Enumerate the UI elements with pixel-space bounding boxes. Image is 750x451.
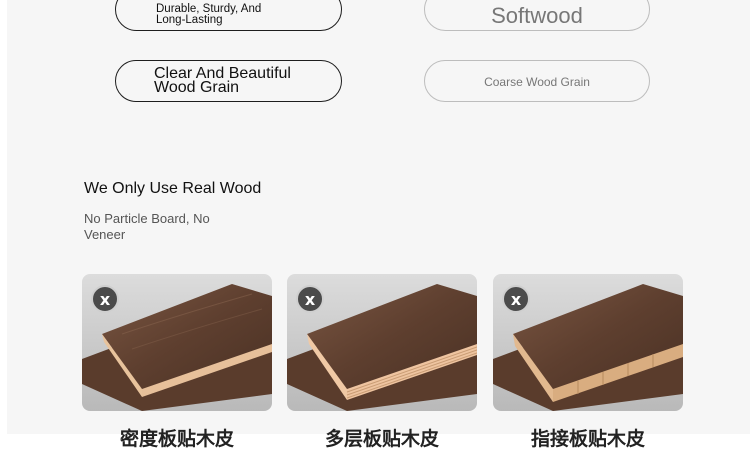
feature-durable: Durable, Sturdy, And Long-Lasting	[115, 0, 342, 31]
product-card-mdf: x	[82, 274, 272, 411]
reject-x-icon: x	[91, 285, 119, 313]
feature-clear-grain: Clear And Beautiful Wood Grain	[115, 60, 342, 102]
feature-clear-grain-label: Clear And Beautiful Wood Grain	[154, 65, 291, 96]
product-card-finger-joint: x	[493, 274, 683, 411]
feature-durable-label: Durable, Sturdy, And Long-Lasting	[156, 2, 262, 26]
reject-x-icon: x	[502, 285, 530, 313]
reject-x-icon: x	[296, 285, 324, 313]
feature-softwood: Softwood	[424, 0, 650, 31]
feature-softwood-label: Softwood	[491, 2, 583, 28]
card-caption-finger-joint: 指接板贴木皮	[530, 429, 645, 450]
section-title: We Only Use Real Wood	[84, 180, 262, 197]
feature-coarse-grain: Coarse Wood Grain	[424, 60, 650, 102]
product-card-plywood: x	[287, 274, 477, 411]
card-caption-plywood: 多层板贴木皮	[324, 429, 439, 450]
section-subtitle: No Particle Board, No Veneer	[84, 211, 210, 242]
feature-coarse-grain-label: Coarse Wood Grain	[484, 75, 590, 89]
card-caption-mdf: 密度板贴木皮	[119, 429, 234, 450]
